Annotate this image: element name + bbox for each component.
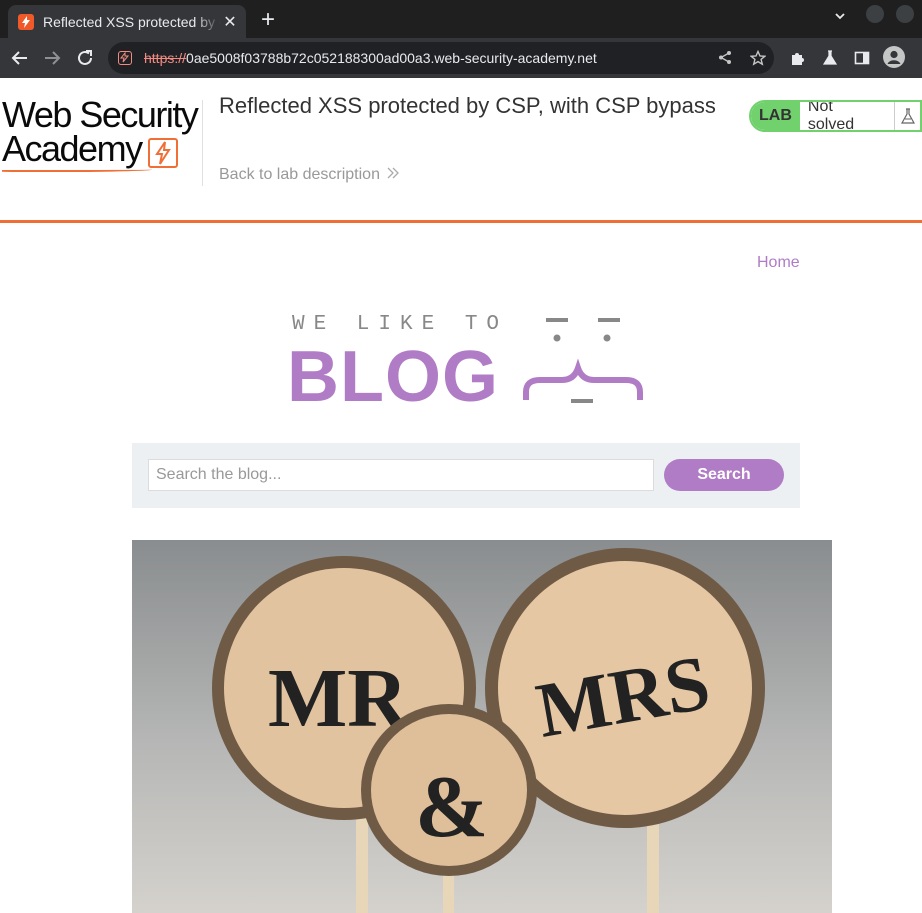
blog-face-logo-icon <box>523 318 643 403</box>
lab-status-widget: LAB Not solved <box>749 100 922 132</box>
browser-tab[interactable]: Reflected XSS protected by CSP, with CSP… <box>8 5 246 38</box>
profile-avatar-icon[interactable] <box>883 46 905 68</box>
search-panel: Search <box>132 443 800 508</box>
reload-icon[interactable] <box>73 46 97 70</box>
portswigger-favicon-icon <box>18 13 34 30</box>
search-input[interactable] <box>148 459 654 491</box>
logo-underline-swoosh <box>2 168 152 172</box>
window-minimize-button[interactable] <box>866 5 884 23</box>
back-to-lab-description-link[interactable]: Back to lab description <box>219 166 380 184</box>
search-button[interactable]: Search <box>664 459 784 491</box>
extensions-puzzle-icon[interactable] <box>786 46 810 70</box>
flask-icon <box>895 102 920 130</box>
academy-header: Web Security Academy Reflected XSS prote… <box>0 78 922 223</box>
labs-flask-icon[interactable] <box>818 46 842 70</box>
web-security-academy-logo[interactable]: Web Security Academy <box>2 94 202 172</box>
window-maximize-button[interactable] <box>896 5 914 23</box>
header-divider <box>202 100 203 186</box>
nav-home-link[interactable]: Home <box>757 254 800 272</box>
lab-label: LAB <box>751 102 800 130</box>
lab-status: Not solved <box>799 102 896 130</box>
url-text: https://0ae5008f03788b72c052188300ad00a3… <box>144 50 597 66</box>
forward-arrow-icon[interactable] <box>40 46 64 70</box>
lightning-bolt-icon <box>148 138 178 168</box>
not-secure-icon[interactable] <box>118 51 132 65</box>
back-arrow-icon[interactable] <box>8 46 32 70</box>
address-bar[interactable]: https://0ae5008f03788b72c052188300ad00a3… <box>108 42 774 74</box>
tab-title: Reflected XSS protected by CSP, with CSP… <box>43 13 221 30</box>
tab-close-icon[interactable]: ✕ <box>222 12 238 32</box>
side-panel-icon[interactable] <box>850 46 874 70</box>
url-scheme: https:// <box>144 50 187 66</box>
blog-wordmark: BLOG <box>287 337 499 417</box>
blog-post-image[interactable]: MR MRS & <box>132 540 832 913</box>
logo-line-1: Web Security <box>2 94 199 135</box>
share-icon[interactable] <box>718 50 733 69</box>
lab-title: Reflected XSS protected by CSP, with CSP… <box>219 93 716 118</box>
bookmark-star-icon[interactable] <box>749 49 767 70</box>
sign-ampersand-text: & <box>415 759 488 856</box>
tab-search-chevron-icon[interactable] <box>834 10 846 25</box>
browser-toolbar: https://0ae5008f03788b72c052188300ad00a3… <box>0 38 922 78</box>
blog-tagline: WE LIKE TO <box>292 313 509 336</box>
new-tab-button[interactable]: + <box>256 6 280 34</box>
double-chevron-right-icon[interactable] <box>387 166 399 185</box>
browser-tab-strip: Reflected XSS protected by CSP, with CSP… <box>0 0 922 38</box>
url-host: 0ae5008f03788b72c052188300ad00a3.web-sec… <box>186 50 597 66</box>
